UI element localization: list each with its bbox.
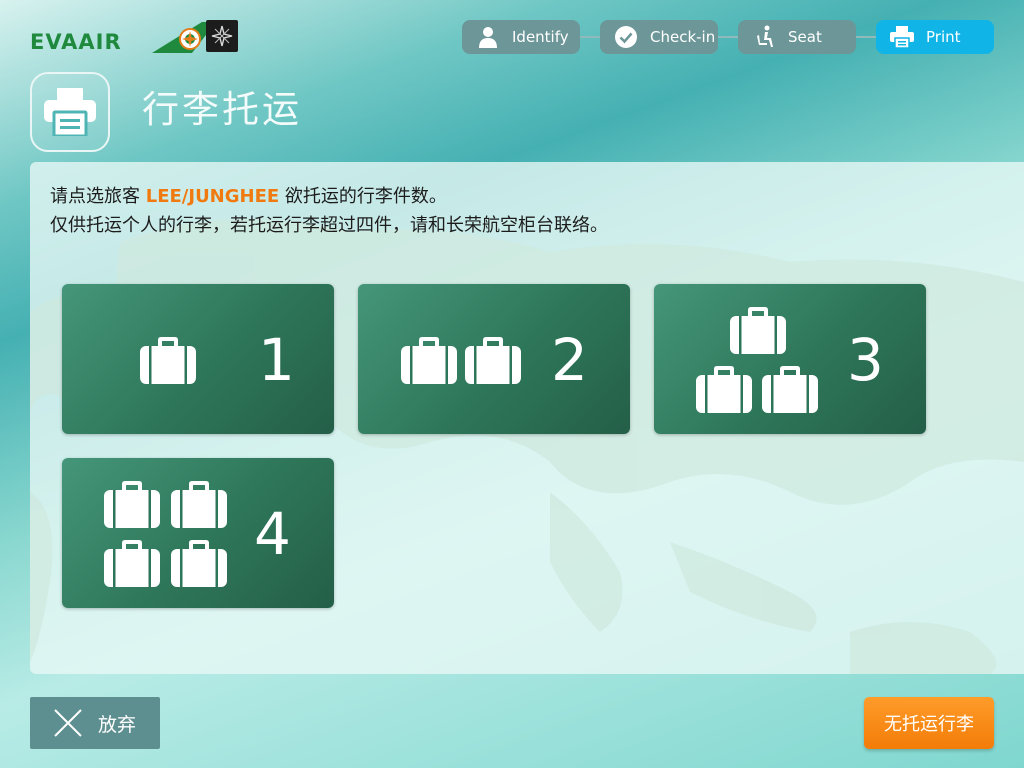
bag-count-label: 2	[551, 326, 588, 394]
suitcase-icon	[104, 480, 160, 528]
step-label: Seat	[788, 28, 822, 46]
step-label: Identify	[512, 28, 569, 46]
step-print: Print	[876, 20, 994, 54]
bag-count-label: 1	[258, 326, 295, 394]
instruction-line-1: 请点选旅客 LEE/JUNGHEE 欲托运的行李件数。	[50, 186, 447, 207]
suitcase-icon	[696, 365, 752, 413]
no-bag-label: 无托运行李	[884, 714, 974, 735]
bag-count-2-button[interactable]: 2	[358, 284, 630, 434]
suitcase-icon	[171, 539, 227, 587]
eva-air-logo: EVAAIR	[30, 20, 216, 54]
suitcase-icon	[730, 306, 786, 354]
abandon-button[interactable]: 放弃	[30, 697, 160, 749]
step-label: Print	[926, 28, 961, 46]
page-title: 行李托运	[142, 88, 302, 131]
check-circle-icon	[614, 25, 638, 49]
suitcase-icon	[465, 336, 521, 384]
seat-icon	[752, 25, 776, 49]
passenger-name: LEE/JUNGHEE	[145, 186, 280, 207]
star-alliance-icon	[206, 20, 238, 52]
suitcase-icon	[104, 539, 160, 587]
printer-icon	[30, 72, 110, 152]
step-identify: Identify	[462, 20, 580, 54]
suitcase-icon	[762, 365, 818, 413]
instruction-line-2: 仅供托运个人的行李，若托运行李超过四件，请和长荣航空柜台联络。	[50, 215, 608, 236]
step-label: Check-in	[650, 28, 716, 46]
no-checked-baggage-button[interactable]: 无托运行李	[864, 697, 994, 749]
printer-icon	[890, 25, 914, 49]
bag-count-4-button[interactable]: 4	[62, 458, 334, 608]
instructions: 请点选旅客 LEE/JUNGHEE 欲托运的行李件数。 仅供托运个人的行李，若托…	[50, 182, 608, 240]
bag-count-3-button[interactable]: 3	[654, 284, 926, 434]
bag-count-1-button[interactable]: 1	[62, 284, 334, 434]
suitcase-icon	[401, 336, 457, 384]
baggage-panel: 请点选旅客 LEE/JUNGHEE 欲托运的行李件数。 仅供托运个人的行李，若托…	[30, 162, 1024, 674]
bag-count-label: 3	[847, 326, 884, 394]
close-icon	[54, 709, 82, 737]
step-check-in: Check-in	[600, 20, 718, 54]
header: EVAAIR Identify Check-in Seat Print 行李托运	[0, 0, 1024, 160]
person-icon	[476, 25, 500, 49]
step-seat: Seat	[738, 20, 856, 54]
suitcase-icon	[140, 336, 196, 384]
logo-text: EVAAIR	[30, 30, 122, 54]
bag-count-label: 4	[254, 500, 291, 568]
abandon-label: 放弃	[98, 713, 137, 736]
suitcase-icon	[171, 480, 227, 528]
